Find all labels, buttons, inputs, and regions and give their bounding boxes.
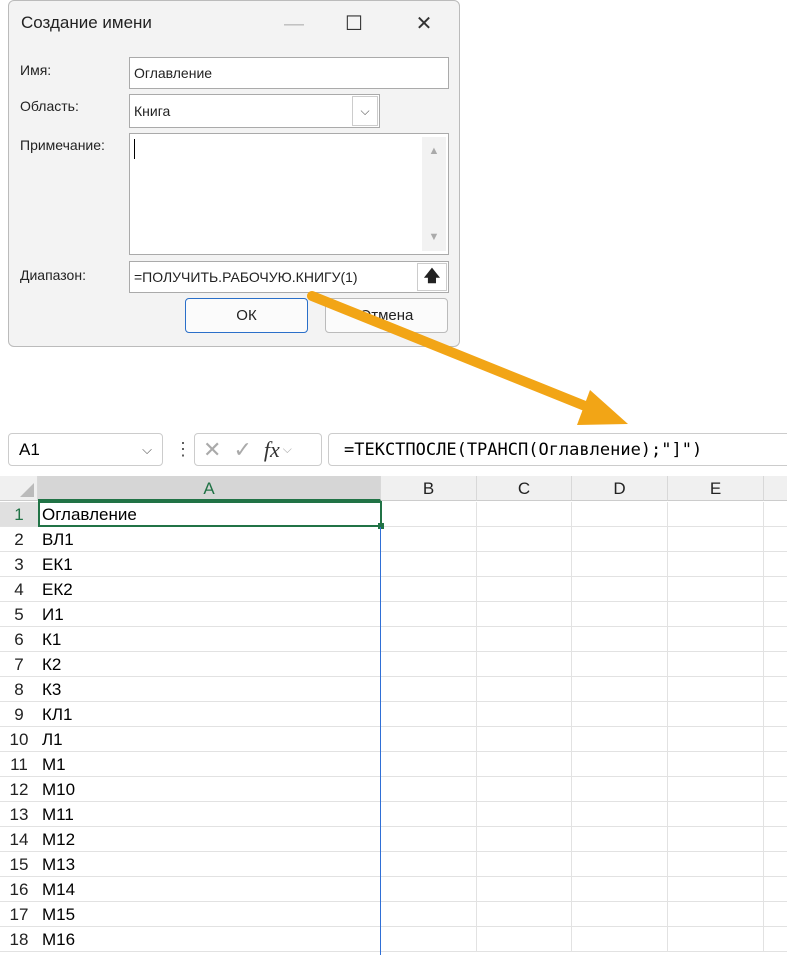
annotation-arrow	[307, 291, 628, 425]
